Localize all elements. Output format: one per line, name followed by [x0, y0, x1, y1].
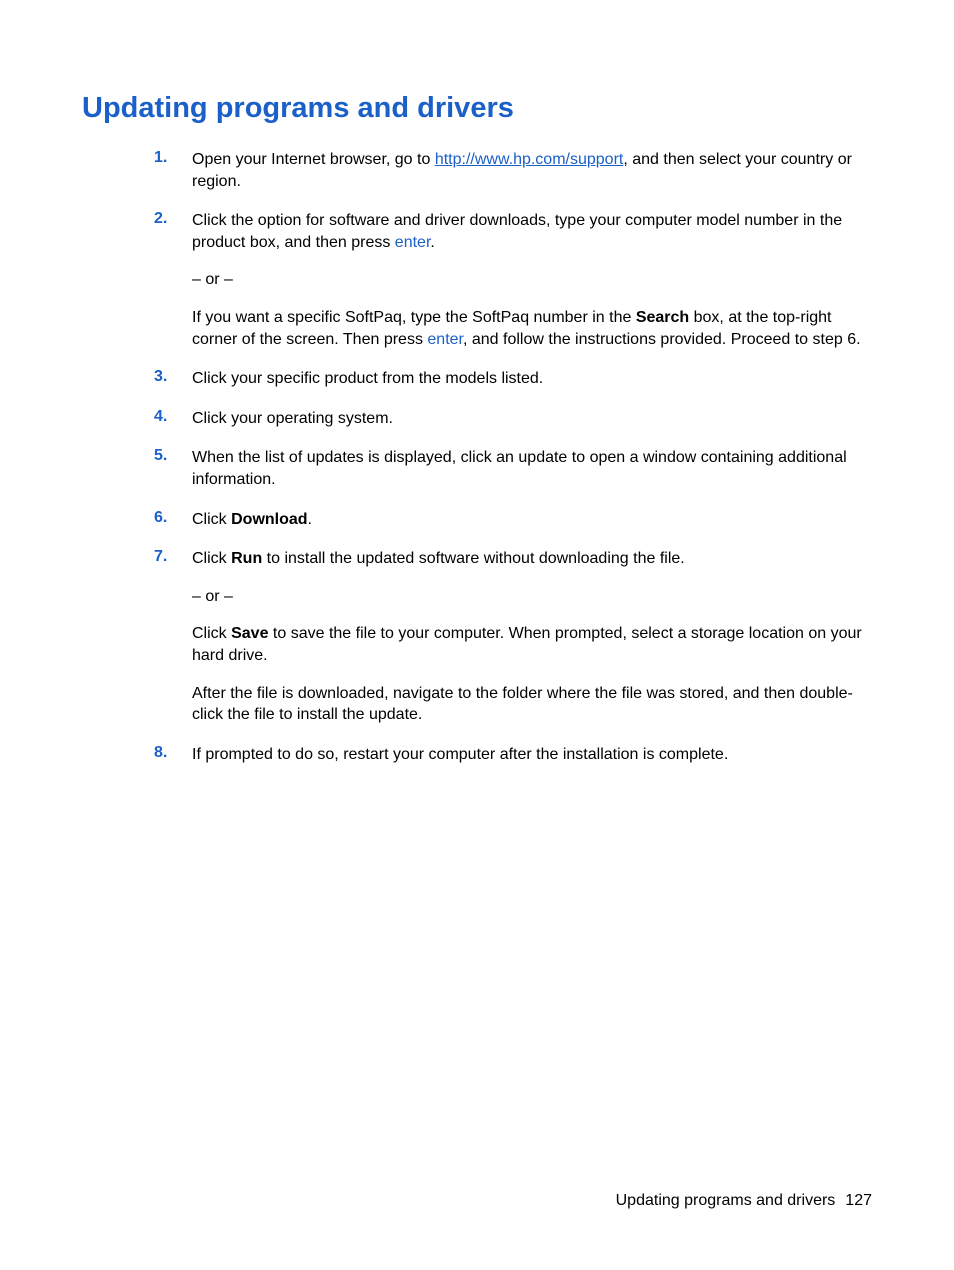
step-content: Click Run to install the updated softwar… — [192, 548, 872, 726]
step-number: 1. — [154, 149, 192, 192]
text: Click — [192, 625, 231, 642]
text: to install the updated software without … — [262, 550, 685, 567]
text: . — [308, 511, 312, 528]
step-3: 3. Click your specific product from the … — [154, 368, 872, 390]
step-content: Click the option for software and driver… — [192, 210, 872, 350]
save-label: Save — [231, 625, 268, 642]
step-number: 5. — [154, 447, 192, 490]
step-number: 4. — [154, 408, 192, 430]
text: Click your specific product from the mod… — [192, 368, 872, 390]
download-label: Download — [231, 511, 307, 528]
page-number: 127 — [845, 1192, 872, 1209]
text: Click the option for software and driver… — [192, 212, 842, 251]
step-8: 8. If prompted to do so, restart your co… — [154, 744, 872, 766]
page-footer: Updating programs and drivers 127 — [616, 1192, 872, 1210]
text: If you want a specific SoftPaq, type the… — [192, 309, 636, 326]
step-content: When the list of updates is displayed, c… — [192, 447, 872, 490]
text: Open your Internet browser, go to — [192, 151, 435, 168]
run-label: Run — [231, 550, 262, 567]
text: . — [430, 234, 434, 251]
or-separator: – or – — [192, 586, 872, 608]
step-2: 2. Click the option for software and dri… — [154, 210, 872, 350]
step-number: 7. — [154, 548, 192, 726]
step-content: If prompted to do so, restart your compu… — [192, 744, 872, 766]
document-page: Updating programs and drivers 1. Open yo… — [0, 0, 954, 765]
page-heading: Updating programs and drivers — [82, 92, 872, 125]
step-content: Click your operating system. — [192, 408, 872, 430]
step-number: 3. — [154, 368, 192, 390]
text: Click — [192, 511, 231, 528]
step-number: 6. — [154, 509, 192, 531]
text: to save the file to your computer. When … — [192, 625, 862, 664]
step-number: 8. — [154, 744, 192, 766]
step-4: 4. Click your operating system. — [154, 408, 872, 430]
support-link[interactable]: http://www.hp.com/support — [435, 151, 624, 168]
step-number: 2. — [154, 210, 192, 350]
step-7: 7. Click Run to install the updated soft… — [154, 548, 872, 726]
text: After the file is downloaded, navigate t… — [192, 683, 872, 726]
footer-text: Updating programs and drivers — [616, 1192, 836, 1209]
step-5: 5. When the list of updates is displayed… — [154, 447, 872, 490]
text: When the list of updates is displayed, c… — [192, 447, 872, 490]
text: , and follow the instructions provided. … — [463, 331, 861, 348]
step-6: 6. Click Download. — [154, 509, 872, 531]
or-separator: – or – — [192, 269, 872, 291]
step-content: Click Download. — [192, 509, 872, 531]
steps-list: 1. Open your Internet browser, go to htt… — [154, 149, 872, 765]
step-1: 1. Open your Internet browser, go to htt… — [154, 149, 872, 192]
enter-key: enter — [427, 331, 463, 348]
step-content: Open your Internet browser, go to http:/… — [192, 149, 872, 192]
search-label: Search — [636, 309, 689, 326]
step-content: Click your specific product from the mod… — [192, 368, 872, 390]
text: Click your operating system. — [192, 408, 872, 430]
enter-key: enter — [395, 234, 431, 251]
text: Click — [192, 550, 231, 567]
text: If prompted to do so, restart your compu… — [192, 744, 872, 766]
